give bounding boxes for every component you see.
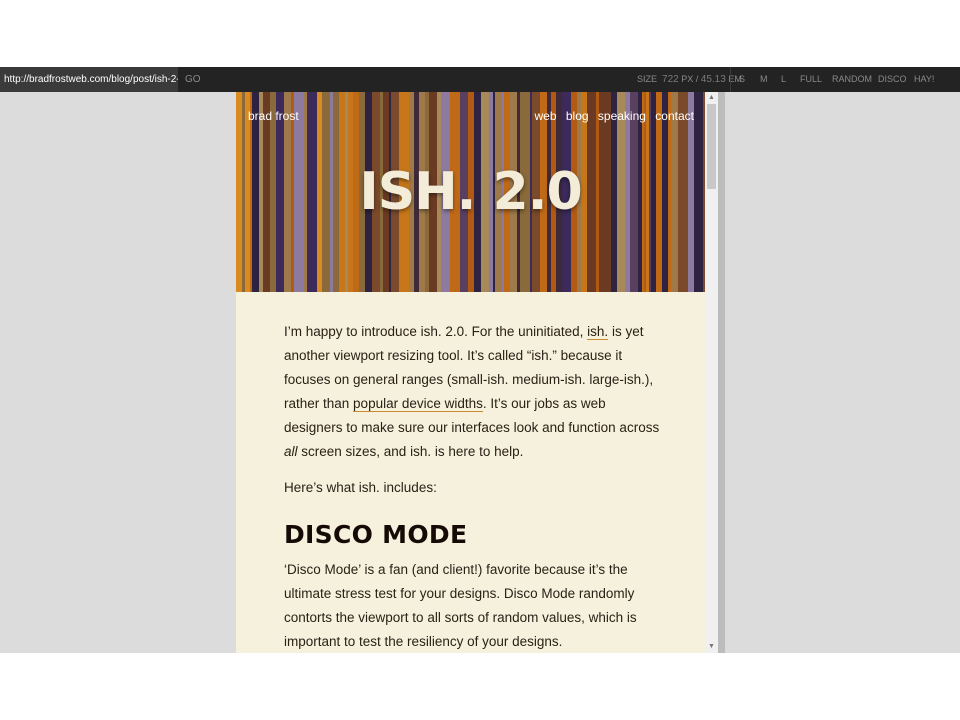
- nav-item-web[interactable]: web: [535, 109, 557, 123]
- scroll-down-arrow-icon[interactable]: ▼: [705, 641, 718, 653]
- vertical-scrollbar[interactable]: ▲ ▼: [705, 92, 718, 653]
- ish-toolbar: http://bradfrostweb.com/blog/post/ish-2-…: [0, 67, 960, 92]
- page-title: ISH. 2.0: [359, 162, 582, 222]
- random-button[interactable]: RANDOM: [832, 67, 872, 92]
- full-button[interactable]: FULL: [800, 67, 822, 92]
- device-widths-link[interactable]: popular device widths: [353, 396, 483, 412]
- ish-link[interactable]: ish.: [587, 324, 609, 340]
- scroll-thumb[interactable]: [707, 104, 716, 189]
- includes-paragraph: Here’s what ish. includes:: [284, 480, 437, 495]
- disco-mode-paragraph: ‘Disco Mode’ is a fan (and client!) favo…: [284, 562, 637, 649]
- large-button[interactable]: L: [781, 67, 786, 92]
- url-input[interactable]: http://bradfrostweb.com/blog/post/ish-2-…: [0, 67, 178, 92]
- intro-text: I’m happy to introduce ish. 2.0. For the…: [284, 324, 588, 339]
- nav-item-contact[interactable]: contact: [655, 109, 694, 123]
- emphasis-all: all: [284, 444, 298, 459]
- medium-button[interactable]: M: [760, 67, 768, 92]
- size-em-value[interactable]: 45.13: [701, 74, 726, 85]
- hero-banner: brad frost web blog speaking contact ISH…: [236, 92, 705, 292]
- intro-paragraph: I’m happy to introduce ish. 2.0. For the…: [284, 320, 664, 464]
- small-button[interactable]: S: [739, 67, 745, 92]
- viewport-frame[interactable]: brad frost web blog speaking contact ISH…: [236, 92, 705, 653]
- hay-button[interactable]: HAY!: [914, 67, 934, 92]
- px-unit: PX /: [681, 74, 699, 84]
- scroll-up-arrow-icon[interactable]: ▲: [705, 92, 718, 104]
- disco-button[interactable]: DISCO: [878, 67, 907, 92]
- nav-item-blog[interactable]: blog: [566, 109, 589, 123]
- go-button[interactable]: GO: [185, 67, 201, 92]
- toolbar-divider: [730, 67, 731, 92]
- size-readout: SIZE 722 PX / 45.13 EM: [637, 67, 742, 92]
- size-label: SIZE: [637, 74, 658, 84]
- nav-item-speaking[interactable]: speaking: [598, 109, 646, 123]
- article-body: I’m happy to introduce ish. 2.0. For the…: [284, 320, 664, 653]
- site-nav: web blog speaking contact: [529, 109, 694, 123]
- viewport-resize-handle[interactable]: [718, 92, 725, 653]
- intro-text-4: screen sizes, and ish. is here to help.: [297, 444, 524, 459]
- size-px-value[interactable]: 722: [662, 74, 679, 85]
- disco-mode-heading: DISCO MODE: [284, 520, 468, 549]
- site-logo[interactable]: brad frost: [248, 109, 299, 123]
